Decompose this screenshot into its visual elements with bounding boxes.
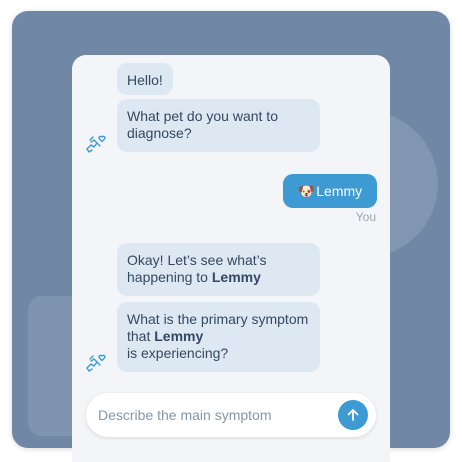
message-text: is experiencing?: [127, 345, 229, 361]
sender-label: You: [355, 210, 376, 224]
dog-face-icon: 🐶: [297, 183, 316, 199]
chat-window: Hello! What pet do you want to diagnose?…: [72, 55, 390, 462]
pet-doctor-icon: [86, 354, 106, 372]
pet-name: Lemmy: [154, 328, 204, 344]
arrow-up-icon: [347, 409, 359, 421]
message-text: What pet do you want to diagnose?: [127, 108, 278, 141]
pet-doctor-icon: [86, 135, 106, 153]
user-message: 🐶Lemmy: [283, 174, 377, 208]
message-text: Lemmy: [316, 183, 363, 199]
pet-name: Lemmy: [211, 269, 261, 285]
bot-message-symptom-question: What is the primary symptom that Lemmy i…: [117, 302, 320, 372]
message-text: Hello!: [127, 72, 163, 88]
bot-message-greeting: Hello!: [117, 63, 173, 95]
message-input-bar: [86, 393, 376, 437]
bot-message-status: Okay! Let’s see what’s happening to Lemm…: [117, 243, 320, 296]
bot-message-question: What pet do you want to diagnose?: [117, 99, 320, 152]
symptom-input[interactable]: [98, 393, 328, 437]
send-button[interactable]: [338, 400, 368, 430]
